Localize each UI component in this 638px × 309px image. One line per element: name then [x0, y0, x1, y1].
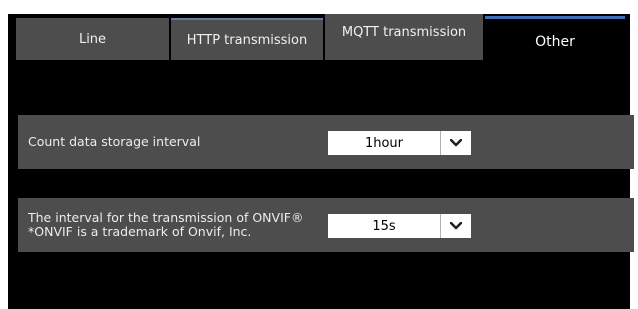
onvif-interval-label-block: The interval for the transmission of ONV…: [28, 211, 303, 239]
storage-interval-row: Count data storage interval 1hour: [18, 115, 634, 169]
chevron-down-icon[interactable]: [441, 214, 471, 238]
onvif-interval-select[interactable]: 15s: [328, 214, 471, 238]
onvif-interval-row: The interval for the transmission of ONV…: [18, 198, 634, 252]
chevron-down-icon[interactable]: [441, 131, 471, 155]
tab-other-label: Other: [535, 33, 575, 50]
onvif-interval-label: The interval for the transmission of ONV…: [28, 210, 304, 225]
tab-line-label: Line: [78, 31, 107, 47]
tab-line[interactable]: Line: [16, 18, 171, 60]
tab-other[interactable]: Other: [485, 16, 625, 64]
tab-http-transmission-label: HTTP transmission: [186, 32, 308, 48]
storage-interval-select[interactable]: 1hour: [328, 131, 471, 155]
tab-http-transmission[interactable]: HTTP transmission: [171, 18, 323, 60]
settings-panel: Line HTTP transmission MQTT transmission…: [8, 14, 634, 309]
tab-mqtt-transmission[interactable]: MQTT transmission: [325, 14, 483, 60]
storage-interval-label: Count data storage interval: [28, 134, 201, 149]
storage-interval-value: 1hour: [364, 135, 404, 151]
tab-mqtt-transmission-label: MQTT transmission: [341, 24, 467, 40]
onvif-trademark-note: *ONVIF is a trademark of Onvif, Inc.: [28, 224, 252, 239]
onvif-interval-value: 15s: [372, 218, 396, 234]
